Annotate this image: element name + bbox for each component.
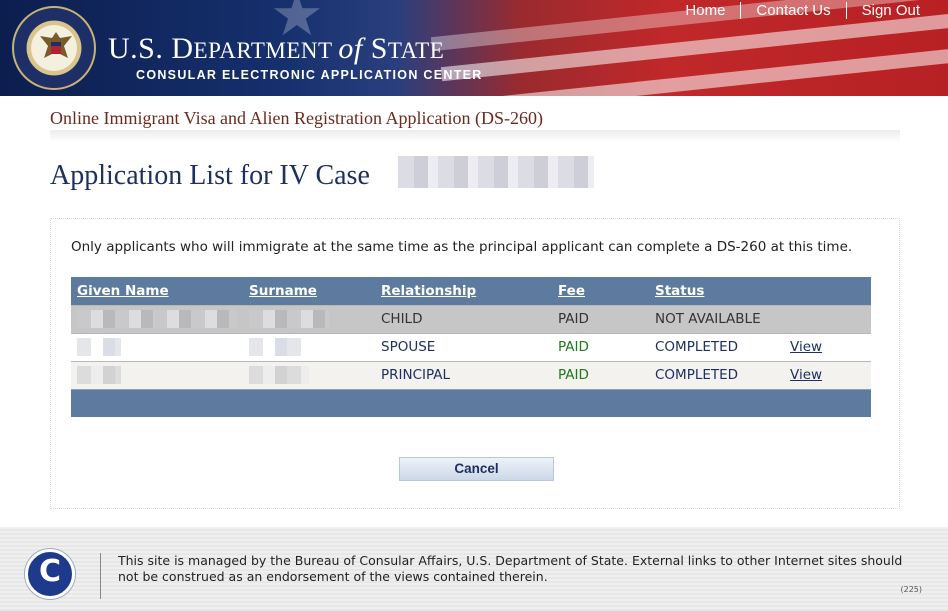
application-table: Given Name Surname Relationship Fee Stat… — [71, 277, 871, 417]
given-name-cell — [71, 332, 243, 361]
footer-disclaimer: This site is managed by the Bureau of Co… — [118, 553, 903, 584]
department-title: U.S. DEPARTMENT of STATE — [108, 32, 445, 65]
instruction-note: Only applicants who will immigrate at th… — [71, 239, 853, 255]
table-row: SPOUSE PAID COMPLETED View — [71, 332, 871, 361]
relationship-cell: PRINCIPAL — [375, 360, 552, 389]
form-title: Online Immigrant Visa and Alien Registra… — [50, 108, 544, 128]
relationship-cell: SPOUSE — [375, 332, 552, 361]
divider — [50, 130, 900, 142]
status-cell: NOT AVAILABLE — [649, 304, 784, 333]
footer-divider — [100, 553, 101, 599]
table-row: CHILD PAID NOT AVAILABLE — [71, 304, 871, 333]
nav-sign-out-link[interactable]: Sign Out — [845, 2, 934, 19]
site-footer: C This site is managed by the Bureau of … — [0, 527, 948, 611]
top-navigation: Home Contact Us Sign Out — [670, 2, 934, 19]
nav-contact-us-link[interactable]: Contact Us — [740, 2, 845, 19]
consular-affairs-logo-icon: C — [25, 549, 75, 599]
eagle-icon — [40, 32, 72, 58]
department-seal-icon — [12, 6, 96, 90]
surname-cell — [243, 360, 375, 389]
page-title: Application List for IV Case — [50, 160, 370, 191]
cancel-button[interactable]: Cancel — [399, 457, 554, 481]
surname-cell — [243, 304, 375, 333]
page-code: (225) — [900, 585, 922, 594]
fee-cell: PAID — [552, 360, 649, 389]
column-header-status[interactable]: Status — [649, 277, 784, 305]
column-header-given-name[interactable]: Given Name — [71, 277, 243, 305]
fee-cell: PAID — [552, 332, 649, 361]
status-cell: COMPLETED — [649, 360, 784, 389]
redacted-name — [77, 310, 237, 328]
action-cell: View — [784, 332, 871, 361]
column-header-fee[interactable]: Fee — [552, 277, 649, 305]
table-header-row: Given Name Surname Relationship Fee Stat… — [71, 277, 871, 305]
redacted-name — [77, 338, 121, 356]
action-cell — [784, 304, 871, 333]
status-cell: COMPLETED — [649, 332, 784, 361]
given-name-cell — [71, 304, 243, 333]
column-header-relationship[interactable]: Relationship — [375, 277, 552, 305]
relationship-cell: CHILD — [375, 304, 552, 333]
application-panel: Only applicants who will immigrate at th… — [50, 218, 900, 509]
surname-cell — [243, 332, 375, 361]
nav-home-link[interactable]: Home — [670, 2, 740, 19]
header-banner: ★ U.S. DEPARTMENT of STATE CONSULAR ELEC… — [0, 0, 948, 96]
column-header-surname[interactable]: Surname — [243, 277, 375, 305]
redacted-name — [249, 310, 329, 328]
table-row: PRINCIPAL PAID COMPLETED View — [71, 360, 871, 389]
fee-cell: PAID — [552, 304, 649, 333]
redacted-name — [77, 366, 121, 384]
redacted-case-number — [398, 156, 594, 188]
table-footer-bar — [71, 388, 871, 417]
redacted-name — [249, 338, 309, 356]
given-name-cell — [71, 360, 243, 389]
column-header-action — [784, 277, 871, 305]
action-cell: View — [784, 360, 871, 389]
department-subtitle: CONSULAR ELECTRONIC APPLICATION CENTER — [136, 68, 483, 82]
view-application-link[interactable]: View — [790, 367, 822, 383]
redacted-name — [249, 366, 309, 384]
view-application-link[interactable]: View — [790, 339, 822, 355]
